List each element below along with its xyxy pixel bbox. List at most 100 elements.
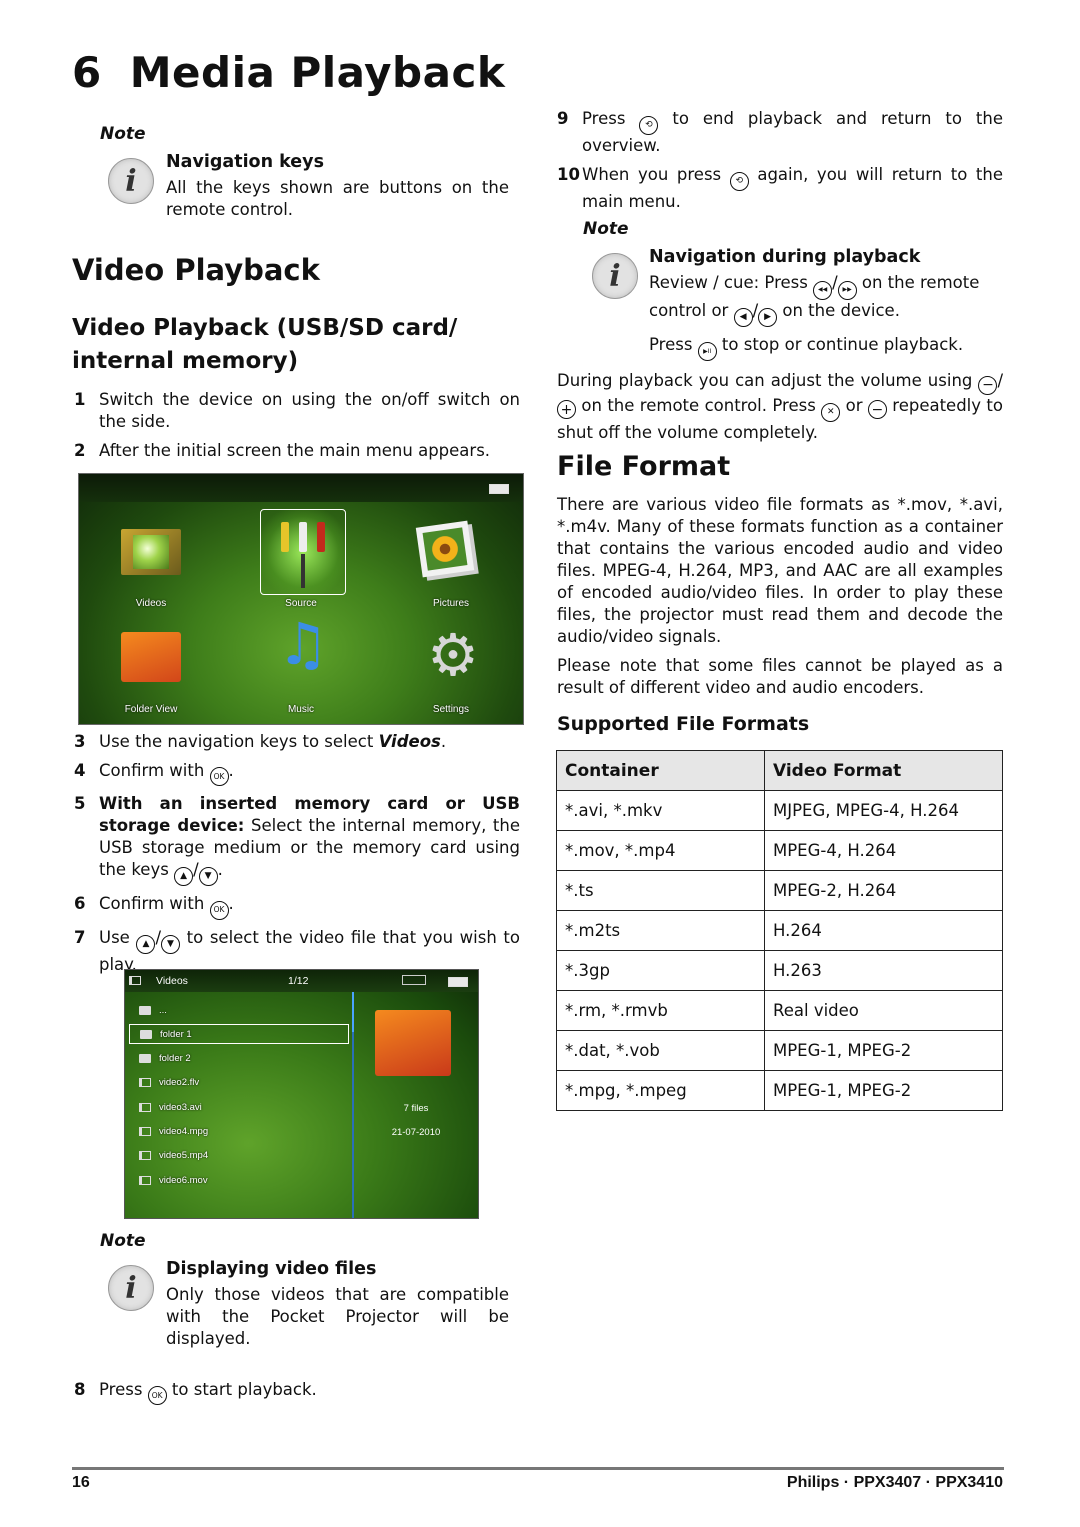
step-number: 4 bbox=[74, 761, 86, 780]
file-list-item[interactable]: ... bbox=[129, 1000, 349, 1020]
step-number: 2 bbox=[74, 441, 86, 460]
info-icon: i bbox=[592, 253, 638, 299]
menu-label-music[interactable]: Music bbox=[241, 704, 361, 715]
file-list-item[interactable]: video3.avi bbox=[129, 1097, 349, 1117]
ok-key-icon: OK bbox=[209, 767, 229, 787]
up-key-icon: ▲ bbox=[174, 867, 194, 887]
footer-divider bbox=[72, 1467, 1004, 1470]
footer-product: Philips · PPX3407 · PPX3410 bbox=[786, 1474, 1003, 1491]
step-number: 1 bbox=[74, 390, 86, 409]
menu-label-videos[interactable]: Videos bbox=[91, 598, 211, 609]
step-10: 10 When you press ⟲ again, you will retur… bbox=[557, 164, 1003, 213]
note-text: to stop or continue playback. bbox=[716, 334, 964, 354]
chapter-number: 6 bbox=[72, 48, 102, 97]
paragraph-text: on the remote control. Press bbox=[576, 395, 822, 415]
music-note-icon[interactable]: ♫ bbox=[274, 614, 332, 674]
table-row: *.ts MPEG-2, H.264 bbox=[556, 870, 1003, 911]
step-text: to start playback. bbox=[166, 1380, 317, 1399]
section-title: Video Playback bbox=[72, 253, 320, 287]
file-name: video3.avi bbox=[159, 1101, 202, 1113]
volume-minus-key-icon: − bbox=[867, 400, 887, 419]
source-selected-frame[interactable] bbox=[260, 509, 346, 595]
step-text: Switch the device on using the on/off sw… bbox=[99, 390, 520, 431]
table-header-row: Container Video Format bbox=[556, 750, 1003, 791]
steps-1-2: 1 Switch the device on using the on/off s… bbox=[74, 389, 520, 462]
film-icon bbox=[139, 1102, 151, 1112]
note-body: Press ▶II to stop or continue playback. bbox=[649, 334, 1004, 361]
left-key-icon: ◀ bbox=[733, 307, 753, 327]
file-list-item[interactable]: video6.mov bbox=[129, 1170, 349, 1190]
subsection-title-line2: internal memory) bbox=[72, 348, 299, 374]
videos-film-icon[interactable] bbox=[121, 529, 181, 575]
fast-forward-key-icon: ▶▶ bbox=[837, 280, 857, 300]
file-list-item[interactable]: folder 2 bbox=[129, 1049, 349, 1069]
table-row: *.3gp H.263 bbox=[556, 950, 1003, 991]
down-key-icon: ▼ bbox=[161, 934, 181, 954]
storage-icon bbox=[402, 975, 426, 985]
step-text: After the initial screen the main menu a… bbox=[99, 441, 491, 460]
supported-formats-table: Container Video Format *.avi, *.mkv MJPEG… bbox=[556, 750, 1003, 1111]
step-number: 10 bbox=[557, 165, 580, 184]
menu-label-source[interactable]: Source bbox=[241, 598, 361, 609]
menu-label-settings[interactable]: Settings bbox=[391, 704, 511, 715]
container-cell: *.mov, *.mp4 bbox=[556, 830, 765, 871]
step-text: Confirm with bbox=[99, 894, 210, 914]
steps-3-7: 3 Use the navigation keys to select Video… bbox=[74, 731, 520, 976]
table-row: *.dat, *.vob MPEG-1, MPEG-2 bbox=[556, 1030, 1003, 1071]
table-row: *.m2ts H.264 bbox=[556, 910, 1003, 951]
step-number: 9 bbox=[557, 109, 569, 128]
file-name: video5.mp4 bbox=[159, 1150, 209, 1162]
note-navigation-during-playback: Navigation during playback Review / cue:… bbox=[649, 247, 1004, 361]
preview-date: 21-07-2010 bbox=[391, 1127, 441, 1138]
file-list-item[interactable]: folder 1 bbox=[129, 1024, 349, 1045]
settings-gear-icon[interactable]: ⚙ bbox=[424, 626, 482, 684]
video-format-cell: MJPEG, MPEG-4, H.264 bbox=[764, 790, 1003, 831]
file-list-item[interactable]: video4.mpg bbox=[129, 1122, 349, 1142]
note-text: Press bbox=[649, 334, 698, 354]
menu-label-pictures[interactable]: Pictures bbox=[391, 598, 511, 609]
menu-status-bar bbox=[79, 474, 523, 502]
info-icon: i bbox=[108, 158, 154, 204]
menu-label-folder-view[interactable]: Folder View bbox=[91, 704, 211, 715]
file-list-item[interactable]: video2.flv bbox=[129, 1073, 349, 1093]
up-key-icon: ▲ bbox=[136, 934, 156, 954]
steps-8: 8 Press OK to start playback. bbox=[74, 1379, 520, 1406]
table-row: *.mpg, *.mpeg MPEG-1, MPEG-2 bbox=[556, 1070, 1003, 1111]
volume-minus-key-icon: − bbox=[978, 375, 998, 395]
note-title: Navigation during playback bbox=[649, 247, 921, 267]
ok-key-icon: OK bbox=[209, 900, 229, 920]
ok-key-icon: OK bbox=[147, 1386, 167, 1406]
step-number: 6 bbox=[74, 894, 86, 914]
file-browser-title: Videos bbox=[156, 975, 188, 987]
container-cell: *.rm, *.rmvb bbox=[556, 990, 765, 1031]
film-icon bbox=[129, 976, 141, 985]
file-format-paragraph-2: Please note that some files cannot be pl… bbox=[557, 656, 1003, 697]
play-pause-key-icon: ▶II bbox=[697, 342, 717, 361]
slash: / bbox=[193, 860, 199, 880]
paragraph-text: or bbox=[840, 395, 868, 415]
folder-icon bbox=[139, 1054, 151, 1064]
step-5: 5 With an inserted memory card or USB sto… bbox=[74, 793, 520, 887]
supported-formats-title: Supported File Formats bbox=[557, 713, 810, 735]
subsection-title-line1: Video Playback (USB/SD card/ bbox=[72, 315, 458, 341]
pictures-icon[interactable] bbox=[415, 520, 475, 578]
container-cell: *.ts bbox=[556, 870, 765, 911]
step-9: 9 Press ⟲ to end playback and return to t… bbox=[557, 108, 1003, 157]
step-number: 3 bbox=[74, 732, 86, 751]
folder-view-icon[interactable] bbox=[121, 632, 181, 682]
note-navigation-keys: Navigation keys All the keys shown are b… bbox=[166, 152, 509, 221]
file-list-item[interactable]: video5.mp4 bbox=[129, 1146, 349, 1166]
video-format-cell: MPEG-4, H.264 bbox=[764, 830, 1003, 871]
scrollbar-thumb[interactable] bbox=[352, 992, 354, 1032]
table-row: *.rm, *.rmvb Real video bbox=[556, 990, 1003, 1031]
video-format-cell: H.263 bbox=[764, 950, 1003, 991]
video-format-cell: H.264 bbox=[764, 910, 1003, 951]
step-text: When you press bbox=[582, 165, 730, 184]
video-format-cell: Real video bbox=[764, 990, 1003, 1031]
step-text: Use bbox=[99, 927, 137, 947]
main-menu-screenshot: ♫ ⚙ Videos Source Pictures Folder View M… bbox=[78, 473, 524, 725]
file-counter: 1/12 bbox=[288, 975, 309, 987]
volume-plus-key-icon: + bbox=[557, 400, 576, 419]
step-2: 2 After the initial screen the main menu … bbox=[74, 440, 520, 462]
note-title: Displaying video files bbox=[166, 1259, 377, 1279]
